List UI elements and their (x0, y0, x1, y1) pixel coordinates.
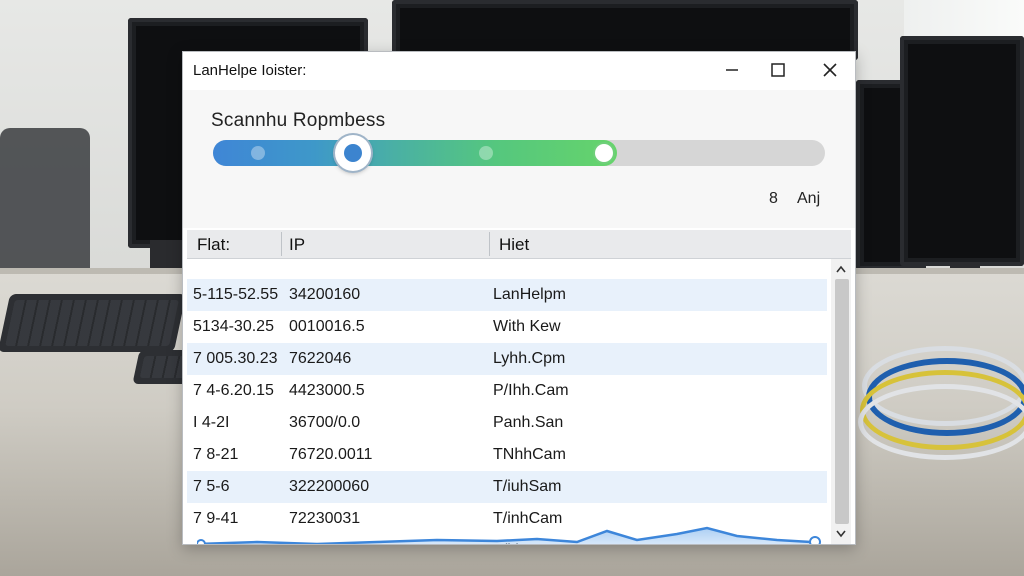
ip-cell: 34200160 (289, 286, 361, 303)
ip-cell: 0010016.5 (289, 318, 365, 335)
progress-marker (251, 146, 265, 160)
table-row[interactable]: 5134-30.25 0010016.5 With Kew (187, 311, 827, 343)
flat-cell: 7 005.30.23 (193, 350, 278, 367)
background-chair (0, 128, 90, 278)
ip-cell: 72230031 (289, 510, 361, 527)
close-button[interactable] (805, 52, 855, 88)
flat-cell: I 4-2I (193, 414, 230, 431)
host-cell: T/iuhSam (493, 478, 562, 495)
flat-cell: 7 8-21 (193, 446, 239, 463)
background-keyboard (0, 294, 187, 352)
background-monitor-right (900, 36, 1024, 266)
table-row[interactable]: 3-148-99.5 10200a1.3 VPR.Vmin (187, 259, 827, 279)
results-table: Flat: IP Hiet 3-148-99.5 10200a1.3 VPR.Vmi… (183, 228, 855, 544)
network-cable-coil (858, 384, 1024, 460)
table-row[interactable]: 7 9-41 72230031 T/inhCam (187, 503, 827, 535)
progress-end-marker (595, 144, 613, 162)
ip-cell: 322200060 (289, 478, 370, 495)
chevron-down-icon (836, 530, 846, 538)
column-header-flat[interactable]: Flat: (197, 235, 230, 255)
host-cell: T/inhCam (493, 510, 563, 527)
flat-cell: 7 8-41 (193, 542, 238, 544)
ip-cell: 10200a1.3 (289, 259, 365, 262)
scan-progress-bar (213, 135, 825, 171)
host-cell: TNhhCam (493, 446, 566, 463)
host-cell: T/lthCam (493, 542, 558, 544)
host-cell: P/Ihh.Cam (493, 382, 569, 399)
window-title: LanHelpe Ioister: (193, 62, 307, 79)
count-icon: 8 (769, 190, 778, 207)
chevron-up-icon (836, 265, 846, 273)
flat-cell: 7 5-6 (193, 478, 230, 495)
table-row[interactable]: 7 8-41 32220041.9 T/lthCam (187, 535, 827, 544)
host-count-label: Anj (797, 190, 821, 207)
scan-progress-label: Scannhu Ropmbess (211, 110, 386, 131)
scroll-up-button[interactable] (831, 259, 851, 279)
column-separator (489, 232, 490, 256)
maximize-button[interactable] (753, 52, 803, 88)
column-separator (281, 232, 282, 256)
maximize-icon (771, 63, 785, 77)
minimize-icon (726, 69, 738, 71)
close-icon (823, 63, 837, 77)
ip-cell: 32220041.9 (289, 542, 374, 544)
host-cell: LanHelpm (493, 286, 566, 303)
host-cell: With Kew (493, 318, 561, 335)
table-row[interactable]: 7 4-6.20.15 4423000.5 P/Ihh.Cam (187, 375, 827, 407)
scroll-down-button[interactable] (831, 524, 851, 544)
ip-cell: 7622046 (289, 350, 352, 367)
table-row[interactable]: I 4-2I 36700/0.0 Panh.San (187, 407, 827, 439)
flat-cell: 7 4-6.20.15 (193, 382, 274, 399)
table-body: 3-148-99.5 10200a1.3 VPR.Vmin 5-115-52.55 34… (187, 259, 827, 544)
progress-marker (479, 146, 493, 160)
table-row[interactable]: 5-115-52.55 34200160 LanHelpm (187, 279, 827, 311)
table-scrollbar[interactable] (831, 259, 851, 544)
flat-cell: 5-115-52.55 (193, 286, 279, 303)
column-header-host[interactable]: Hiet (499, 235, 529, 255)
flat-cell: 5134-30.25 (193, 318, 274, 335)
scan-progress-fill (213, 140, 617, 166)
host-cell: Panh.San (493, 414, 564, 431)
ip-cell: 76720.0011 (289, 446, 373, 463)
host-cell: VPR.Vmin (493, 259, 567, 262)
progress-slider-thumb[interactable] (335, 135, 371, 171)
table-row[interactable]: 7 8-21 76720.0011 TNhhCam (187, 439, 827, 471)
table-header: Flat: IP Hiet (187, 230, 851, 259)
host-cell: Lyhh.Cpm (493, 350, 566, 367)
ip-cell: 36700/0.0 (289, 414, 361, 431)
table-row[interactable]: 7 5-6 322200060 T/iuhSam (187, 471, 827, 503)
app-window: LanHelpe Ioister: Scannhu Ropmbess 8 Anj… (182, 51, 856, 545)
scrollbar-thumb[interactable] (835, 279, 849, 524)
minimize-button[interactable] (707, 52, 757, 88)
flat-cell: 3-148-99.5 (193, 259, 270, 262)
column-header-ip[interactable]: IP (289, 235, 305, 255)
table-row[interactable]: 7 005.30.23 7622046 Lyhh.Cpm (187, 343, 827, 375)
flat-cell: 7 9-41 (193, 510, 239, 527)
title-bar: LanHelpe Ioister: (183, 52, 855, 90)
ip-cell: 4423000.5 (289, 382, 365, 399)
